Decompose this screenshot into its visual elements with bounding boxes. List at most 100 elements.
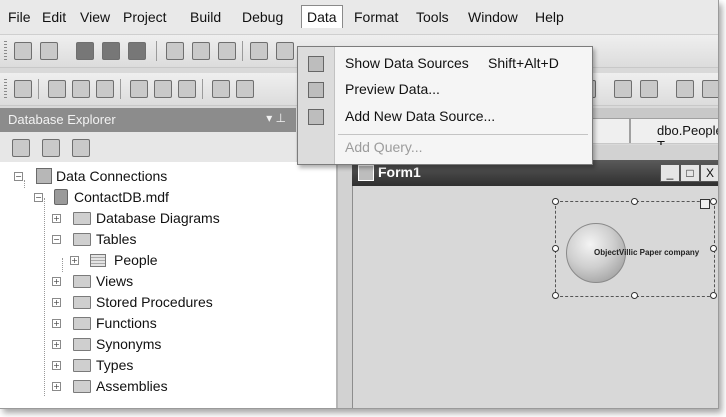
menu-file[interactable]: File — [8, 9, 31, 25]
align-middles-icon[interactable] — [154, 80, 172, 98]
folder-icon — [73, 233, 91, 246]
menu-debug[interactable]: Debug — [242, 9, 283, 25]
folder-icon — [73, 275, 91, 288]
tree-node-stored-procedures[interactable]: Stored Procedures — [96, 294, 213, 310]
expand-icon[interactable]: + — [52, 361, 61, 370]
database-explorer-title: Database Explorer — [8, 112, 116, 127]
menu-item-show-data-sources[interactable]: Show Data Sources — [345, 55, 469, 71]
menu-item-add-query: Add Query... — [345, 139, 423, 155]
menu-tools[interactable]: Tools — [416, 9, 449, 25]
collapse-icon[interactable]: − — [52, 235, 61, 244]
tab-order-icon[interactable] — [702, 80, 718, 98]
save-all-icon[interactable] — [128, 42, 146, 60]
cut-icon[interactable] — [166, 42, 184, 60]
close-button[interactable]: X — [700, 164, 718, 182]
menu-data[interactable]: Data — [301, 5, 343, 28]
align-tops-icon[interactable] — [130, 80, 148, 98]
tree-node-assemblies[interactable]: Assemblies — [96, 378, 168, 394]
stop-refresh-icon[interactable] — [42, 139, 60, 157]
menu-format[interactable]: Format — [354, 9, 398, 25]
document-tab-people[interactable]: dbo.People: T... — [630, 118, 718, 153]
pin-icon[interactable]: ▾ ⊥ — [266, 111, 286, 125]
resize-handle[interactable] — [552, 198, 559, 205]
toolbar-separator — [38, 79, 39, 99]
database-explorer-tree: − Data Connections − ContactDB.mdf + Dat… — [0, 162, 338, 408]
resize-handle[interactable] — [552, 245, 559, 252]
menu-separator — [338, 134, 588, 135]
tree-node-views[interactable]: Views — [96, 273, 133, 289]
resize-handle[interactable] — [710, 245, 717, 252]
folder-icon — [73, 317, 91, 330]
resize-handle[interactable] — [631, 198, 638, 205]
data-connections-icon — [36, 168, 52, 184]
menu-view[interactable]: View — [80, 9, 110, 25]
maximize-button[interactable]: □ — [680, 164, 700, 182]
tree-node-contactdb[interactable]: ContactDB.mdf — [74, 189, 169, 205]
tree-node-functions[interactable]: Functions — [96, 315, 157, 331]
tree-line — [44, 198, 45, 396]
menu-item-preview-data[interactable]: Preview Data... — [345, 81, 440, 97]
expand-icon[interactable]: + — [52, 277, 61, 286]
expand-icon[interactable]: + — [52, 340, 61, 349]
menu-edit[interactable]: Edit — [42, 9, 66, 25]
tree-node-synonyms[interactable]: Synonyms — [96, 336, 161, 352]
paste-icon[interactable] — [218, 42, 236, 60]
tree-node-types[interactable]: Types — [96, 357, 133, 373]
expand-icon[interactable]: + — [52, 319, 61, 328]
resize-handle[interactable] — [552, 292, 559, 299]
tree-node-data-connections[interactable]: Data Connections — [56, 168, 167, 184]
make-same-width-icon[interactable] — [212, 80, 230, 98]
align-rights-icon[interactable] — [96, 80, 114, 98]
align-centers-icon[interactable] — [72, 80, 90, 98]
database-icon — [54, 189, 68, 205]
make-same-height-icon[interactable] — [236, 80, 254, 98]
refresh-icon[interactable] — [12, 139, 30, 157]
table-icon — [90, 254, 106, 267]
expand-icon[interactable]: + — [70, 256, 79, 265]
menu-build[interactable]: Build — [190, 9, 221, 25]
send-to-back-icon[interactable] — [676, 80, 694, 98]
resize-handle[interactable] — [631, 292, 638, 299]
tree-node-people[interactable]: People — [114, 252, 158, 268]
undo-icon[interactable] — [250, 42, 268, 60]
toolbar-grip[interactable] — [4, 79, 7, 99]
tree-node-tables[interactable]: Tables — [96, 231, 136, 247]
menu-help[interactable]: Help — [535, 9, 564, 25]
tree-line — [24, 180, 25, 188]
expand-icon[interactable]: + — [52, 298, 61, 307]
data-menu-dropdown: Show Data Sources Shift+Alt+D Preview Da… — [297, 46, 593, 165]
save-icon[interactable] — [102, 42, 120, 60]
align-to-grid-icon[interactable] — [14, 80, 32, 98]
add-item-icon[interactable] — [40, 42, 58, 60]
tree-node-database-diagrams[interactable]: Database Diagrams — [96, 210, 220, 226]
document-tab-blank[interactable] — [588, 118, 630, 143]
ide-window: File Edit View Project Build Debug Data … — [0, 0, 719, 409]
expand-icon[interactable]: + — [52, 214, 61, 223]
connect-to-database-icon[interactable] — [72, 139, 90, 157]
logo-text: ObjectVillic Paper company — [594, 248, 700, 257]
menu-item-add-new-data-source[interactable]: Add New Data Source... — [345, 108, 495, 124]
folder-icon — [73, 338, 91, 351]
minimize-button[interactable]: _ — [660, 164, 680, 182]
menu-window[interactable]: Window — [468, 9, 518, 25]
collapse-icon[interactable]: − — [14, 172, 23, 181]
menu-project[interactable]: Project — [123, 9, 167, 25]
copy-icon[interactable] — [192, 42, 210, 60]
align-bottoms-icon[interactable] — [178, 80, 196, 98]
resize-handle[interactable] — [710, 292, 717, 299]
toolbar-separator — [120, 79, 121, 99]
add-data-source-icon — [308, 109, 324, 125]
resize-handle[interactable] — [710, 198, 717, 205]
bring-to-front-icon[interactable] — [640, 80, 658, 98]
new-project-icon[interactable] — [14, 42, 32, 60]
open-file-icon[interactable] — [76, 42, 94, 60]
toolbar-grip[interactable] — [4, 41, 7, 61]
redo-icon[interactable] — [276, 42, 294, 60]
center-vertically-icon[interactable] — [614, 80, 632, 98]
smart-tag-icon[interactable] — [700, 199, 710, 209]
align-lefts-icon[interactable] — [48, 80, 66, 98]
shortcut-show-data-sources: Shift+Alt+D — [488, 55, 559, 71]
collapse-icon[interactable]: − — [34, 193, 43, 202]
expand-icon[interactable]: + — [52, 382, 61, 391]
database-explorer-header: Database Explorer ▾ ⊥ — [0, 108, 296, 132]
